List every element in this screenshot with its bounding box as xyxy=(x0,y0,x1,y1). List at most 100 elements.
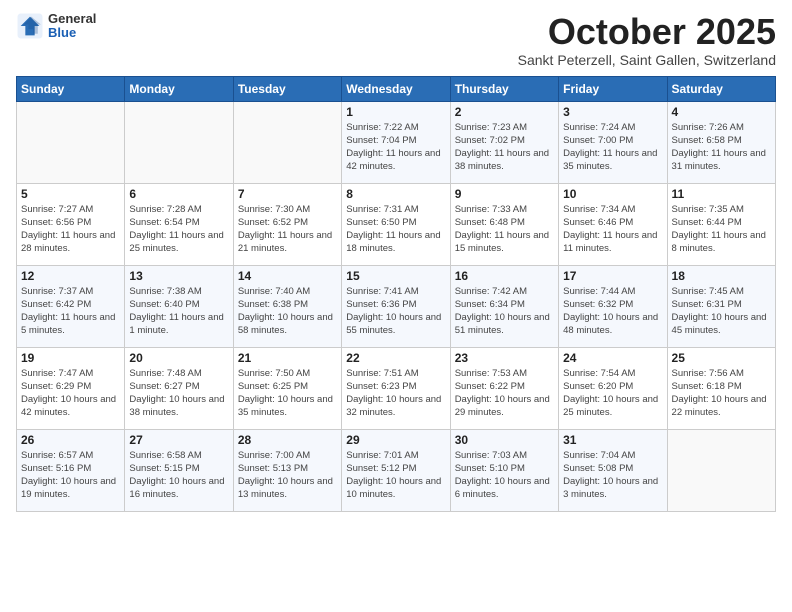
calendar-cell: 1 Sunrise: 7:22 AMSunset: 7:04 PMDaylight… xyxy=(342,101,450,183)
calendar-cell xyxy=(667,429,775,511)
calendar-cell: 23 Sunrise: 7:53 AMSunset: 6:22 PMDayligh… xyxy=(450,347,558,429)
day-number: 5 xyxy=(21,187,120,201)
calendar-cell: 28 Sunrise: 7:00 AMSunset: 5:13 PMDayligh… xyxy=(233,429,341,511)
day-number: 1 xyxy=(346,105,445,119)
day-info: Sunrise: 7:30 AMSunset: 6:52 PMDaylight:… xyxy=(238,203,337,256)
day-number: 23 xyxy=(455,351,554,365)
day-info: Sunrise: 7:00 AMSunset: 5:13 PMDaylight:… xyxy=(238,449,337,502)
day-number: 12 xyxy=(21,269,120,283)
calendar-cell: 27 Sunrise: 6:58 AMSunset: 5:15 PMDayligh… xyxy=(125,429,233,511)
day-number: 22 xyxy=(346,351,445,365)
day-header-sunday: Sunday xyxy=(17,76,125,101)
day-info: Sunrise: 7:28 AMSunset: 6:54 PMDaylight:… xyxy=(129,203,228,256)
calendar-cell: 6Sunrise: 7:28 AMSunset: 6:54 PMDaylight… xyxy=(125,183,233,265)
day-number: 29 xyxy=(346,433,445,447)
calendar-cell: 5 Sunrise: 7:27 AMSunset: 6:56 PMDaylight… xyxy=(17,183,125,265)
day-info: Sunrise: 7:22 AMSunset: 7:04 PMDaylight:… xyxy=(346,121,445,174)
day-number: 18 xyxy=(672,269,771,283)
day-info: Sunrise: 7:01 AMSunset: 5:12 PMDaylight:… xyxy=(346,449,445,502)
calendar-cell: 12 Sunrise: 7:37 AMSunset: 6:42 PMDayligh… xyxy=(17,265,125,347)
day-info: Sunrise: 7:31 AMSunset: 6:50 PMDaylight:… xyxy=(346,203,445,256)
calendar-cell: 7Sunrise: 7:30 AMSunset: 6:52 PMDaylight… xyxy=(233,183,341,265)
day-header-wednesday: Wednesday xyxy=(342,76,450,101)
calendar-cell: 24 Sunrise: 7:54 AMSunset: 6:20 PMDayligh… xyxy=(559,347,667,429)
calendar-cell: 29 Sunrise: 7:01 AMSunset: 5:12 PMDayligh… xyxy=(342,429,450,511)
day-number: 10 xyxy=(563,187,662,201)
calendar-week-1: 1 Sunrise: 7:22 AMSunset: 7:04 PMDaylight… xyxy=(17,101,776,183)
day-info: Sunrise: 7:56 AMSunset: 6:18 PMDaylight:… xyxy=(672,367,771,420)
calendar-week-2: 5 Sunrise: 7:27 AMSunset: 6:56 PMDaylight… xyxy=(17,183,776,265)
day-number: 28 xyxy=(238,433,337,447)
month-title: October 2025 xyxy=(518,12,776,52)
calendar-cell: 25 Sunrise: 7:56 AMSunset: 6:18 PMDayligh… xyxy=(667,347,775,429)
day-info: Sunrise: 7:23 AMSunset: 7:02 PMDaylight:… xyxy=(455,121,554,174)
calendar-cell: 21 Sunrise: 7:50 AMSunset: 6:25 PMDayligh… xyxy=(233,347,341,429)
day-header-friday: Friday xyxy=(559,76,667,101)
day-number: 27 xyxy=(129,433,228,447)
day-info: Sunrise: 7:40 AMSunset: 6:38 PMDaylight:… xyxy=(238,285,337,338)
day-number: 25 xyxy=(672,351,771,365)
day-number: 20 xyxy=(129,351,228,365)
day-info: Sunrise: 7:50 AMSunset: 6:25 PMDaylight:… xyxy=(238,367,337,420)
day-number: 2 xyxy=(455,105,554,119)
day-info: Sunrise: 7:54 AMSunset: 6:20 PMDaylight:… xyxy=(563,367,662,420)
day-info: Sunrise: 7:03 AMSunset: 5:10 PMDaylight:… xyxy=(455,449,554,502)
day-info: Sunrise: 6:57 AMSunset: 5:16 PMDaylight:… xyxy=(21,449,120,502)
day-info: Sunrise: 7:42 AMSunset: 6:34 PMDaylight:… xyxy=(455,285,554,338)
calendar-cell: 18 Sunrise: 7:45 AMSunset: 6:31 PMDayligh… xyxy=(667,265,775,347)
day-number: 9 xyxy=(455,187,554,201)
calendar-week-3: 12 Sunrise: 7:37 AMSunset: 6:42 PMDayligh… xyxy=(17,265,776,347)
calendar-cell: 31Sunrise: 7:04 AMSunset: 5:08 PMDayligh… xyxy=(559,429,667,511)
title-section: October 2025 Sankt Peterzell, Saint Gall… xyxy=(518,12,776,68)
calendar: SundayMondayTuesdayWednesdayThursdayFrid… xyxy=(16,76,776,512)
day-info: Sunrise: 7:37 AMSunset: 6:42 PMDaylight:… xyxy=(21,285,120,338)
logo-icon xyxy=(16,12,44,40)
logo-general: General xyxy=(48,12,96,26)
calendar-week-4: 19 Sunrise: 7:47 AMSunset: 6:29 PMDayligh… xyxy=(17,347,776,429)
day-header-monday: Monday xyxy=(125,76,233,101)
day-info: Sunrise: 7:26 AMSunset: 6:58 PMDaylight:… xyxy=(672,121,771,174)
day-info: Sunrise: 7:51 AMSunset: 6:23 PMDaylight:… xyxy=(346,367,445,420)
day-info: Sunrise: 6:58 AMSunset: 5:15 PMDaylight:… xyxy=(129,449,228,502)
day-header-tuesday: Tuesday xyxy=(233,76,341,101)
calendar-cell: 20 Sunrise: 7:48 AMSunset: 6:27 PMDayligh… xyxy=(125,347,233,429)
logo-text: General Blue xyxy=(48,12,96,41)
day-info: Sunrise: 7:41 AMSunset: 6:36 PMDaylight:… xyxy=(346,285,445,338)
calendar-cell: 8Sunrise: 7:31 AMSunset: 6:50 PMDaylight… xyxy=(342,183,450,265)
day-number: 13 xyxy=(129,269,228,283)
day-number: 3 xyxy=(563,105,662,119)
day-info: Sunrise: 7:45 AMSunset: 6:31 PMDaylight:… xyxy=(672,285,771,338)
calendar-cell: 9 Sunrise: 7:33 AMSunset: 6:48 PMDaylight… xyxy=(450,183,558,265)
day-info: Sunrise: 7:24 AMSunset: 7:00 PMDaylight:… xyxy=(563,121,662,174)
calendar-cell: 17Sunrise: 7:44 AMSunset: 6:32 PMDayligh… xyxy=(559,265,667,347)
calendar-header-row: SundayMondayTuesdayWednesdayThursdayFrid… xyxy=(17,76,776,101)
day-info: Sunrise: 7:27 AMSunset: 6:56 PMDaylight:… xyxy=(21,203,120,256)
day-number: 26 xyxy=(21,433,120,447)
day-info: Sunrise: 7:47 AMSunset: 6:29 PMDaylight:… xyxy=(21,367,120,420)
calendar-week-5: 26 Sunrise: 6:57 AMSunset: 5:16 PMDayligh… xyxy=(17,429,776,511)
day-info: Sunrise: 7:48 AMSunset: 6:27 PMDaylight:… xyxy=(129,367,228,420)
day-number: 21 xyxy=(238,351,337,365)
calendar-cell: 19 Sunrise: 7:47 AMSunset: 6:29 PMDayligh… xyxy=(17,347,125,429)
calendar-cell: 30 Sunrise: 7:03 AMSunset: 5:10 PMDayligh… xyxy=(450,429,558,511)
day-number: 19 xyxy=(21,351,120,365)
day-number: 30 xyxy=(455,433,554,447)
day-number: 24 xyxy=(563,351,662,365)
day-info: Sunrise: 7:53 AMSunset: 6:22 PMDaylight:… xyxy=(455,367,554,420)
day-number: 4 xyxy=(672,105,771,119)
day-info: Sunrise: 7:34 AMSunset: 6:46 PMDaylight:… xyxy=(563,203,662,256)
calendar-cell: 13Sunrise: 7:38 AMSunset: 6:40 PMDayligh… xyxy=(125,265,233,347)
day-header-thursday: Thursday xyxy=(450,76,558,101)
day-info: Sunrise: 7:33 AMSunset: 6:48 PMDaylight:… xyxy=(455,203,554,256)
day-info: Sunrise: 7:44 AMSunset: 6:32 PMDaylight:… xyxy=(563,285,662,338)
calendar-cell: 11Sunrise: 7:35 AMSunset: 6:44 PMDayligh… xyxy=(667,183,775,265)
logo-blue: Blue xyxy=(48,26,96,40)
day-info: Sunrise: 7:35 AMSunset: 6:44 PMDaylight:… xyxy=(672,203,771,256)
day-number: 16 xyxy=(455,269,554,283)
day-info: Sunrise: 7:04 AMSunset: 5:08 PMDaylight:… xyxy=(563,449,662,502)
day-header-saturday: Saturday xyxy=(667,76,775,101)
day-number: 14 xyxy=(238,269,337,283)
location: Sankt Peterzell, Saint Gallen, Switzerla… xyxy=(518,52,776,68)
calendar-cell xyxy=(125,101,233,183)
day-number: 15 xyxy=(346,269,445,283)
